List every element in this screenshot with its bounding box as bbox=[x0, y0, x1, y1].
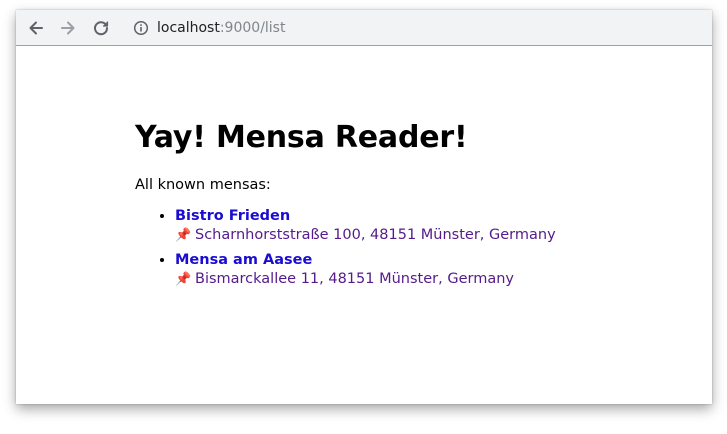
list-item: Mensa am Aasee 📌Bismarckallee 11, 48151 … bbox=[175, 251, 556, 289]
url-host: localhost bbox=[157, 20, 220, 36]
browser-toolbar: localhost:9000/list bbox=[16, 10, 712, 46]
mensa-link-mensa-am-aasee[interactable]: Mensa am Aasee bbox=[175, 251, 312, 270]
url-path: :9000/list bbox=[219, 20, 286, 36]
pushpin-icon: 📌 bbox=[175, 228, 192, 243]
mensa-list: Bistro Frieden 📌Scharnhorststraße 100, 4… bbox=[135, 207, 556, 289]
pushpin-icon: 📌 bbox=[175, 272, 192, 287]
reload-icon[interactable] bbox=[91, 18, 111, 38]
mensa-link-bistro-frieden[interactable]: Bistro Frieden bbox=[175, 207, 290, 226]
back-arrow-icon[interactable] bbox=[26, 18, 46, 38]
address-line: 📌 Bismarckallee 11, 48151 Münster, German… bbox=[175, 270, 556, 289]
address-text: Scharnhorststraße 100, 48151 Münster, Ge… bbox=[195, 227, 556, 243]
address-text: Bismarckallee 11, 48151 Münster, Germany bbox=[195, 271, 514, 287]
browser-window: localhost:9000/list Yay! Mensa Reader! A… bbox=[16, 10, 712, 404]
address-bar[interactable]: localhost:9000/list bbox=[157, 20, 285, 36]
info-icon[interactable] bbox=[133, 20, 149, 36]
page-content: Yay! Mensa Reader! All known mensas: Bis… bbox=[135, 120, 556, 295]
address-line: 📌 Scharnhorststraße 100, 48151 Münster, G… bbox=[175, 226, 556, 245]
list-item: Bistro Frieden 📌Scharnhorststraße 100, 4… bbox=[175, 207, 556, 245]
page-title: Yay! Mensa Reader! bbox=[135, 120, 468, 155]
forward-arrow-icon[interactable] bbox=[58, 18, 78, 38]
intro-text: All known mensas: bbox=[135, 177, 271, 193]
